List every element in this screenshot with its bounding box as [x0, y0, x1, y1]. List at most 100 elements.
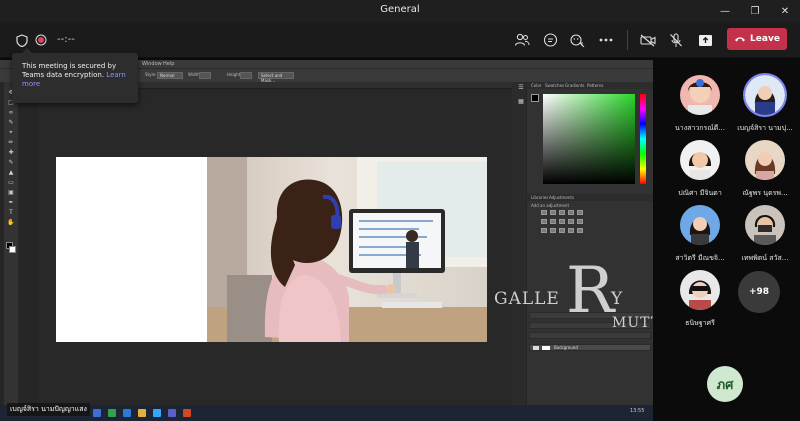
- participant-name: ธนิษฐาศรี: [685, 319, 715, 327]
- ps-adjust-mixer-icon: [577, 219, 583, 224]
- participant-name: นางสาวกรณ์ดี...: [675, 124, 725, 132]
- participant-tile[interactable]: ปณิศา มีจินดา: [665, 140, 735, 204]
- avatar: [745, 75, 785, 115]
- ps-layer-name: Background: [554, 345, 578, 350]
- avatar: [680, 75, 720, 115]
- ps-hue-slider: [640, 94, 646, 184]
- watermark-galle: GALLE: [494, 289, 560, 309]
- eyedropper-tool-icon: ✏: [8, 139, 14, 146]
- ps-fg-color-chip: [531, 94, 539, 102]
- healing-tool-icon: ✚: [8, 149, 14, 156]
- brush-tool-icon: ✎: [8, 159, 14, 166]
- shield-icon[interactable]: [12, 30, 32, 50]
- ps-adjust-hint: Add an adjustment: [531, 203, 570, 208]
- mic-off-icon[interactable]: [666, 30, 686, 50]
- ps-tab-gradients: Gradients: [565, 83, 585, 88]
- avatar: [680, 205, 720, 245]
- quick-select-tool-icon: ✎: [8, 119, 14, 126]
- watermark-y: Y: [611, 289, 623, 309]
- watermark-r: R: [566, 254, 615, 328]
- pen-tool-icon: ✒: [8, 199, 14, 206]
- type-tool-icon: T: [9, 209, 13, 216]
- taskbar-teams-icon: [168, 409, 176, 417]
- taskbar-folder-icon: [138, 409, 146, 417]
- participant-name: สาวิตรี มีณขจิ...: [675, 254, 725, 262]
- avatar: [680, 270, 720, 310]
- ps-adjust-levels-icon: [550, 210, 556, 215]
- taskbar-clock: 13:55: [630, 408, 645, 414]
- background-color-swatch: [9, 246, 16, 253]
- participant-name: ณัฐพร นุดรพ...: [742, 189, 788, 197]
- avatar: [745, 140, 785, 180]
- ps-layer-background: Background: [529, 344, 651, 351]
- ps-adjust-hue-icon: [541, 219, 547, 224]
- participant-tile[interactable]: นางสาวกรณ์ดี...: [665, 75, 735, 139]
- window-titlebar: General — ❐ ✕: [0, 0, 800, 22]
- leave-button[interactable]: Leave: [727, 28, 787, 50]
- taskbar-app-icon: [123, 409, 131, 417]
- eraser-tool-icon: ▭: [8, 179, 14, 186]
- participant-tile[interactable]: สาวิตรี มีณขจิ...: [665, 205, 735, 269]
- avatar: [745, 205, 785, 245]
- reactions-icon[interactable]: [567, 30, 587, 50]
- hand-tool-icon: ✋: [7, 219, 15, 226]
- participant-name: เบญจ์สิรา นามปุ...: [737, 124, 793, 132]
- participant-tile[interactable]: เทพพิตน์ สวัส...: [730, 205, 800, 269]
- ps-layer-thumbnail: [542, 346, 550, 350]
- people-icon[interactable]: [512, 30, 532, 50]
- taskbar-app-icon: [108, 409, 116, 417]
- taskbar-app-icon: [183, 409, 191, 417]
- encryption-tooltip: This meeting is secured by Teams data en…: [12, 48, 138, 103]
- ps-document-canvas: [56, 157, 208, 342]
- chat-icon[interactable]: [540, 30, 560, 50]
- ps-height-field: [240, 72, 252, 79]
- self-avatar[interactable]: ภศ: [707, 366, 743, 402]
- ps-menu-help: Help: [163, 61, 175, 67]
- ps-menu-window: Window: [142, 61, 162, 67]
- taskbar-photoshop-icon: [153, 409, 161, 417]
- maximize-icon[interactable]: ❐: [741, 0, 769, 22]
- close-icon[interactable]: ✕: [771, 0, 799, 22]
- ps-tab-libraries: Libraries: [531, 195, 549, 200]
- ps-adjust-threshold-icon: [559, 228, 565, 233]
- ps-color-panel-tabs: Color Swatches Gradients Patterns: [527, 82, 653, 89]
- ps-style-label: Style:: [145, 72, 157, 77]
- record-icon: [31, 30, 51, 50]
- ps-adjust-panel-tabs: Libraries Adjustments: [527, 194, 653, 201]
- crop-tool-icon: ⌖: [9, 129, 13, 136]
- ps-color-field: [543, 94, 635, 184]
- gradient-tool-icon: ▣: [8, 189, 14, 196]
- window-title: General: [380, 4, 420, 15]
- tooltip-text: This meeting is secured by Teams data en…: [22, 62, 117, 79]
- ps-tab-patterns: Patterns: [587, 83, 604, 88]
- participant-name: ปณิศา มีจินดา: [678, 189, 722, 197]
- tooltip-arrow: [22, 48, 32, 53]
- lasso-tool-icon: ∞: [8, 109, 14, 116]
- minimize-icon[interactable]: —: [711, 0, 739, 22]
- ps-panels: Color Swatches Gradients Patterns Librar…: [527, 82, 653, 412]
- stamp-tool-icon: ▲: [8, 169, 14, 176]
- ps-layer-visibility-icon: [533, 346, 539, 350]
- camera-off-icon[interactable]: [638, 30, 658, 50]
- ps-adjust-invert-icon: [541, 228, 547, 233]
- ps-tab-swatches: Swatches: [545, 83, 565, 88]
- ps-panel-dock-strip: ☰ ▦: [512, 82, 526, 412]
- share-screen-icon[interactable]: [695, 30, 715, 50]
- ps-adjust-gradient-map-icon: [568, 228, 574, 233]
- more-options-icon[interactable]: [596, 30, 616, 50]
- history-panel-icon: ☰: [518, 84, 524, 91]
- avatar: [680, 140, 720, 180]
- shared-taskbar: 13:55: [0, 405, 653, 421]
- participant-tile[interactable]: เบญจ์สิรา นามปุ...: [730, 75, 800, 139]
- ps-adjust-photo-filter-icon: [568, 219, 574, 224]
- ps-adjust-exposure-icon: [568, 210, 574, 215]
- participant-tile[interactable]: ณัฐพร นุดรพ...: [730, 140, 800, 204]
- participant-tile[interactable]: ธนิษฐาศรี: [665, 270, 735, 334]
- ps-style-select: Normal: [157, 72, 183, 79]
- ps-adjust-bw-icon: [559, 219, 565, 224]
- more-participants-button[interactable]: +98: [738, 271, 780, 313]
- ps-adjust-brightness-icon: [541, 210, 547, 215]
- leave-label: Leave: [750, 34, 780, 44]
- taskbar-app-icon: [93, 409, 101, 417]
- properties-panel-icon: ▦: [518, 98, 524, 105]
